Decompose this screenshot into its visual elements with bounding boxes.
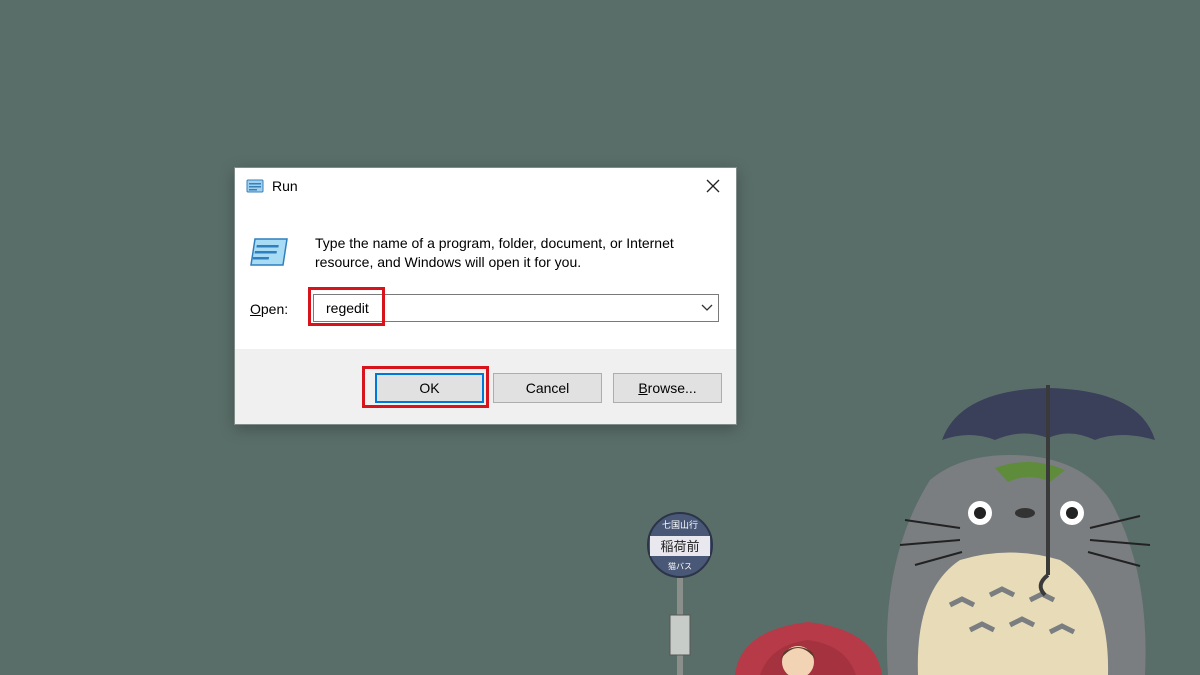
chevron-down-icon <box>701 304 713 311</box>
open-label: Open: <box>250 301 288 317</box>
girl-with-umbrella <box>735 622 882 675</box>
bus-sign-bottom-text: 猫バス <box>668 561 692 571</box>
open-combobox[interactable]: regedit <box>313 294 719 322</box>
dialog-title: Run <box>272 178 298 194</box>
browse-button[interactable]: Browse... <box>613 373 722 403</box>
bus-sign-main-text: 稲荷前 <box>660 539 699 555</box>
dropdown-button[interactable] <box>696 295 718 321</box>
close-button[interactable] <box>690 168 736 204</box>
close-icon <box>706 179 720 193</box>
dialog-body: Type the name of a program, folder, docu… <box>235 206 736 349</box>
cancel-button[interactable]: Cancel <box>493 373 602 403</box>
title-bar[interactable]: Run <box>235 168 736 206</box>
open-label-text: pen: <box>260 301 289 317</box>
open-label-accesskey: O <box>250 301 261 317</box>
browse-label: rowse... <box>647 380 697 396</box>
bus-stop-sign: 七国山行 稲荷前 猫バス <box>647 512 713 675</box>
run-app-icon <box>246 179 264 193</box>
dialog-description: Type the name of a program, folder, docu… <box>315 235 674 270</box>
run-app-icon <box>249 236 289 268</box>
dialog-footer: OK Cancel Browse... <box>235 349 736 424</box>
ok-button[interactable]: OK <box>375 373 484 403</box>
bus-sign-top-text: 七国山行 <box>662 519 698 531</box>
browse-accesskey: B <box>638 380 648 396</box>
totoro-with-umbrella <box>886 385 1155 675</box>
run-dialog: Run Type the name of a program, folder, … <box>234 167 737 425</box>
open-input[interactable]: regedit <box>326 300 369 316</box>
